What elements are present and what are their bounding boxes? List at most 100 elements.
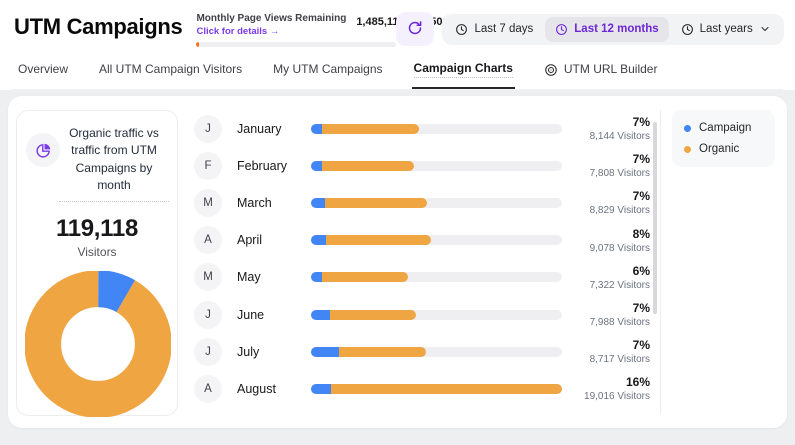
- tab[interactable]: Campaign Charts: [412, 59, 515, 89]
- tab[interactable]: Overview: [16, 59, 70, 89]
- organic-bar-segment: [325, 198, 428, 208]
- campaign-bar-segment: [311, 161, 322, 171]
- month-percent: 7%: [574, 189, 650, 203]
- date-range-button[interactable]: Last 7 days: [445, 17, 543, 42]
- month-avatar: F: [194, 152, 222, 180]
- bar-track: [311, 161, 562, 171]
- header-controls: Last 7 days Last 12 months Last years: [396, 12, 783, 46]
- month-stats: 7% 7,988 Visitors: [574, 301, 650, 328]
- month-percent: 16%: [574, 375, 650, 389]
- month-visitors: 7,988 Visitors: [574, 317, 650, 328]
- month-avatar: A: [194, 375, 222, 403]
- summary-total-label: Visitors: [25, 245, 169, 259]
- month-visitors: 8,144 Visitors: [574, 131, 650, 142]
- month-visitors: 8,829 Visitors: [574, 205, 650, 216]
- legend-item: Campaign: [684, 122, 763, 134]
- bar-track: [311, 272, 562, 282]
- chevron-down-icon: [759, 23, 771, 35]
- month-label: August: [237, 382, 311, 396]
- organic-bar-segment: [322, 124, 419, 134]
- month-visitors: 7,322 Visitors: [574, 280, 650, 291]
- campaign-bar-segment: [311, 384, 331, 394]
- campaign-bar-segment: [311, 235, 326, 245]
- monthly-bars-area: J January 7% 8,144 Visitors F February 7…: [178, 96, 660, 428]
- month-percent: 7%: [574, 152, 650, 166]
- legend-column: Campaign Organic: [661, 96, 787, 428]
- donut-chart: [25, 271, 171, 417]
- utm-builder-icon: [544, 63, 558, 77]
- monthly-bars-list: J January 7% 8,144 Visitors F February 7…: [194, 110, 658, 408]
- month-chart-row: J January 7% 8,144 Visitors: [194, 110, 658, 147]
- campaign-bar-segment: [311, 124, 322, 134]
- month-percent: 7%: [574, 338, 650, 352]
- month-avatar: J: [194, 301, 222, 329]
- month-stats: 8% 9,078 Visitors: [574, 227, 650, 254]
- month-chart-row: A August 16% 19,016 Visitors: [194, 370, 658, 407]
- organic-bar-segment: [326, 235, 431, 245]
- month-chart-row: A April 8% 9,078 Visitors: [194, 222, 658, 259]
- organic-bar-segment: [322, 161, 414, 171]
- month-percent: 7%: [574, 301, 650, 315]
- month-avatar: A: [194, 226, 222, 254]
- bar-track: [311, 124, 562, 134]
- bar-track: [311, 384, 562, 394]
- campaign-bar-segment: [311, 272, 322, 282]
- refresh-icon: [407, 20, 423, 39]
- bar-track: [311, 310, 562, 320]
- tab[interactable]: My UTM Campaigns: [271, 59, 384, 89]
- month-percent: 8%: [574, 227, 650, 241]
- usage-progress-track: [196, 42, 396, 47]
- month-stats: 7% 8,829 Visitors: [574, 189, 650, 216]
- month-label: May: [237, 270, 311, 284]
- month-label: March: [237, 196, 311, 210]
- usage-details-link[interactable]: Click for details →: [196, 26, 346, 37]
- main-area: Organic traffic vs traffic from UTM Camp…: [0, 90, 795, 428]
- month-label: April: [237, 233, 311, 247]
- organic-bar-segment: [322, 272, 407, 282]
- month-label: January: [237, 122, 311, 136]
- refresh-button[interactable]: [396, 12, 434, 46]
- tab[interactable]: All UTM Campaign Visitors: [97, 59, 244, 89]
- month-label: February: [237, 159, 311, 173]
- clock-icon: [455, 23, 468, 36]
- clock-icon: [555, 23, 568, 36]
- legend-label: Campaign: [699, 122, 751, 134]
- usage-label: Monthly Page Views Remaining: [196, 13, 346, 24]
- date-range-button[interactable]: Last years: [671, 17, 781, 42]
- bar-track: [311, 235, 562, 245]
- date-range-button[interactable]: Last 12 months: [545, 17, 668, 42]
- vertical-scrollbar[interactable]: [653, 122, 657, 314]
- charts-card: Organic traffic vs traffic from UTM Camp…: [8, 96, 787, 428]
- month-label: July: [237, 345, 311, 359]
- legend-dot: [684, 146, 691, 153]
- organic-bar-segment: [331, 384, 562, 394]
- month-chart-row: J July 7% 8,717 Visitors: [194, 333, 658, 370]
- legend-label: Organic: [699, 143, 739, 155]
- month-avatar: M: [194, 189, 222, 217]
- legend-item: Organic: [684, 143, 763, 155]
- month-chart-row: M March 7% 8,829 Visitors: [194, 184, 658, 221]
- month-stats: 7% 8,144 Visitors: [574, 115, 650, 142]
- campaign-bar-segment: [311, 310, 330, 320]
- month-chart-row: J June 7% 7,988 Visitors: [194, 296, 658, 333]
- summary-total-visitors: 119,118: [25, 215, 169, 243]
- month-stats: 7% 7,808 Visitors: [574, 152, 650, 179]
- month-percent: 6%: [574, 264, 650, 278]
- top-bar: UTM Campaigns Monthly Page Views Remaini…: [0, 0, 795, 90]
- month-stats: 16% 19,016 Visitors: [574, 375, 650, 402]
- date-range-segmented-control: Last 7 days Last 12 months Last years: [442, 14, 783, 45]
- month-stats: 6% 7,322 Visitors: [574, 264, 650, 291]
- bar-track: [311, 198, 562, 208]
- month-percent: 7%: [574, 115, 650, 129]
- month-avatar: M: [194, 263, 222, 291]
- month-chart-row: M May 6% 7,322 Visitors: [194, 259, 658, 296]
- legend-dot: [684, 125, 691, 132]
- month-label: June: [237, 308, 311, 322]
- page-title: UTM Campaigns: [14, 14, 182, 40]
- organic-bar-segment: [330, 310, 417, 320]
- tab[interactable]: UTM URL Builder: [542, 59, 660, 89]
- summary-title: Organic traffic vs traffic from UTM Camp…: [59, 125, 169, 202]
- legend-card: Campaign Organic: [672, 110, 775, 167]
- month-visitors: 8,717 Visitors: [574, 354, 650, 365]
- month-stats: 7% 8,717 Visitors: [574, 338, 650, 365]
